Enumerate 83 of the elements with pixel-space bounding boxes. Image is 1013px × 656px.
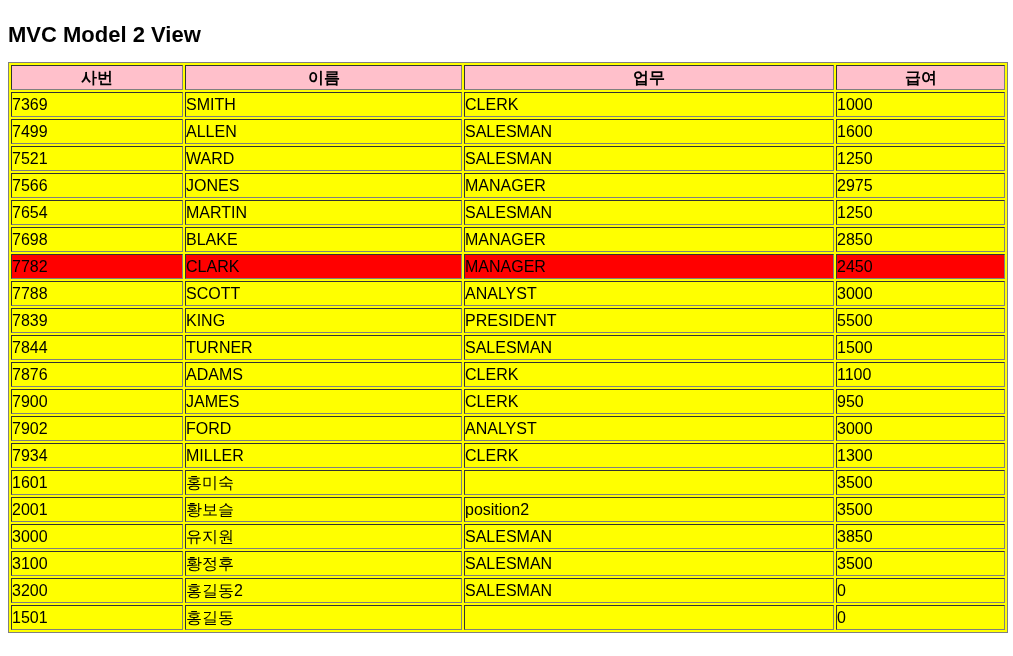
table-cell: 7369: [11, 92, 183, 117]
table-cell: 2975: [836, 173, 1005, 198]
table-cell: 0: [836, 578, 1005, 603]
table-cell: CLERK: [464, 362, 834, 387]
table-cell: 7654: [11, 200, 183, 225]
table-cell: CLERK: [464, 389, 834, 414]
table-cell: 1501: [11, 605, 183, 630]
table-cell: 3500: [836, 470, 1005, 495]
table-cell: CLARK: [185, 254, 462, 279]
table-cell: 950: [836, 389, 1005, 414]
table-cell: position2: [464, 497, 834, 522]
table-cell: SALESMAN: [464, 119, 834, 144]
table-cell: SALESMAN: [464, 551, 834, 576]
table-cell: 3850: [836, 524, 1005, 549]
table-cell: 1300: [836, 443, 1005, 468]
table-cell: 황정후: [185, 551, 462, 576]
table-cell: 7521: [11, 146, 183, 171]
page-title: MVC Model 2 View: [8, 21, 202, 49]
table-cell: 1000: [836, 92, 1005, 117]
table-cell: 7566: [11, 173, 183, 198]
table-cell: SALESMAN: [464, 335, 834, 360]
table-cell: 3000: [836, 416, 1005, 441]
table-cell: JAMES: [185, 389, 462, 414]
table-cell: MILLER: [185, 443, 462, 468]
table-cell: 2001: [11, 497, 183, 522]
table-cell: KING: [185, 308, 462, 333]
table-cell: 1601: [11, 470, 183, 495]
table-cell: 3200: [11, 578, 183, 603]
column-header: 업무: [464, 65, 834, 90]
table-cell: CLERK: [464, 92, 834, 117]
table-cell: 0: [836, 605, 1005, 630]
table-cell: ANALYST: [464, 281, 834, 306]
table-cell: MANAGER: [464, 173, 834, 198]
table-cell: 황보슬: [185, 497, 462, 522]
table-cell: 7788: [11, 281, 183, 306]
table-cell: PRESIDENT: [464, 308, 834, 333]
table-cell: 7902: [11, 416, 183, 441]
table-cell: MANAGER: [464, 254, 834, 279]
table-cell: SCOTT: [185, 281, 462, 306]
table-cell: 1500: [836, 335, 1005, 360]
table-cell: FORD: [185, 416, 462, 441]
table-cell: 7876: [11, 362, 183, 387]
table-cell: TURNER: [185, 335, 462, 360]
table-cell: 1100: [836, 362, 1005, 387]
table-cell: WARD: [185, 146, 462, 171]
table-cell: 7698: [11, 227, 183, 252]
column-header: 이름: [185, 65, 462, 90]
table-cell: SALESMAN: [464, 200, 834, 225]
table-cell: 3500: [836, 551, 1005, 576]
table-cell: 3500: [836, 497, 1005, 522]
table-cell: CLERK: [464, 443, 834, 468]
table-cell: MANAGER: [464, 227, 834, 252]
table-cell: SALESMAN: [464, 578, 834, 603]
table-cell: 7900: [11, 389, 183, 414]
table-cell: 7499: [11, 119, 183, 144]
table-cell: 홍길동2: [185, 578, 462, 603]
table-cell: 1250: [836, 146, 1005, 171]
table-cell: SMITH: [185, 92, 462, 117]
table-cell: 홍길동: [185, 605, 462, 630]
table-cell: SALESMAN: [464, 146, 834, 171]
table-cell: 5500: [836, 308, 1005, 333]
column-header: 사번: [11, 65, 183, 90]
table-cell: 7934: [11, 443, 183, 468]
table-cell: 7782: [11, 254, 183, 279]
table-cell: 홍미숙: [185, 470, 462, 495]
table-cell: 3100: [11, 551, 183, 576]
table-cell: SALESMAN: [464, 524, 834, 549]
table-cell: ADAMS: [185, 362, 462, 387]
table-cell: 2450: [836, 254, 1005, 279]
column-header: 급여: [836, 65, 1005, 90]
table-cell: 1600: [836, 119, 1005, 144]
table-cell: ANALYST: [464, 416, 834, 441]
table-cell: JONES: [185, 173, 462, 198]
table-cell: 7844: [11, 335, 183, 360]
table-cell: 3000: [836, 281, 1005, 306]
table-cell: 1250: [836, 200, 1005, 225]
table-cell: BLAKE: [185, 227, 462, 252]
table-cell: 유지원: [185, 524, 462, 549]
table-cell: 7839: [11, 308, 183, 333]
table-cell: 2850: [836, 227, 1005, 252]
table-cell: ALLEN: [185, 119, 462, 144]
table-cell: MARTIN: [185, 200, 462, 225]
table-cell: 3000: [11, 524, 183, 549]
